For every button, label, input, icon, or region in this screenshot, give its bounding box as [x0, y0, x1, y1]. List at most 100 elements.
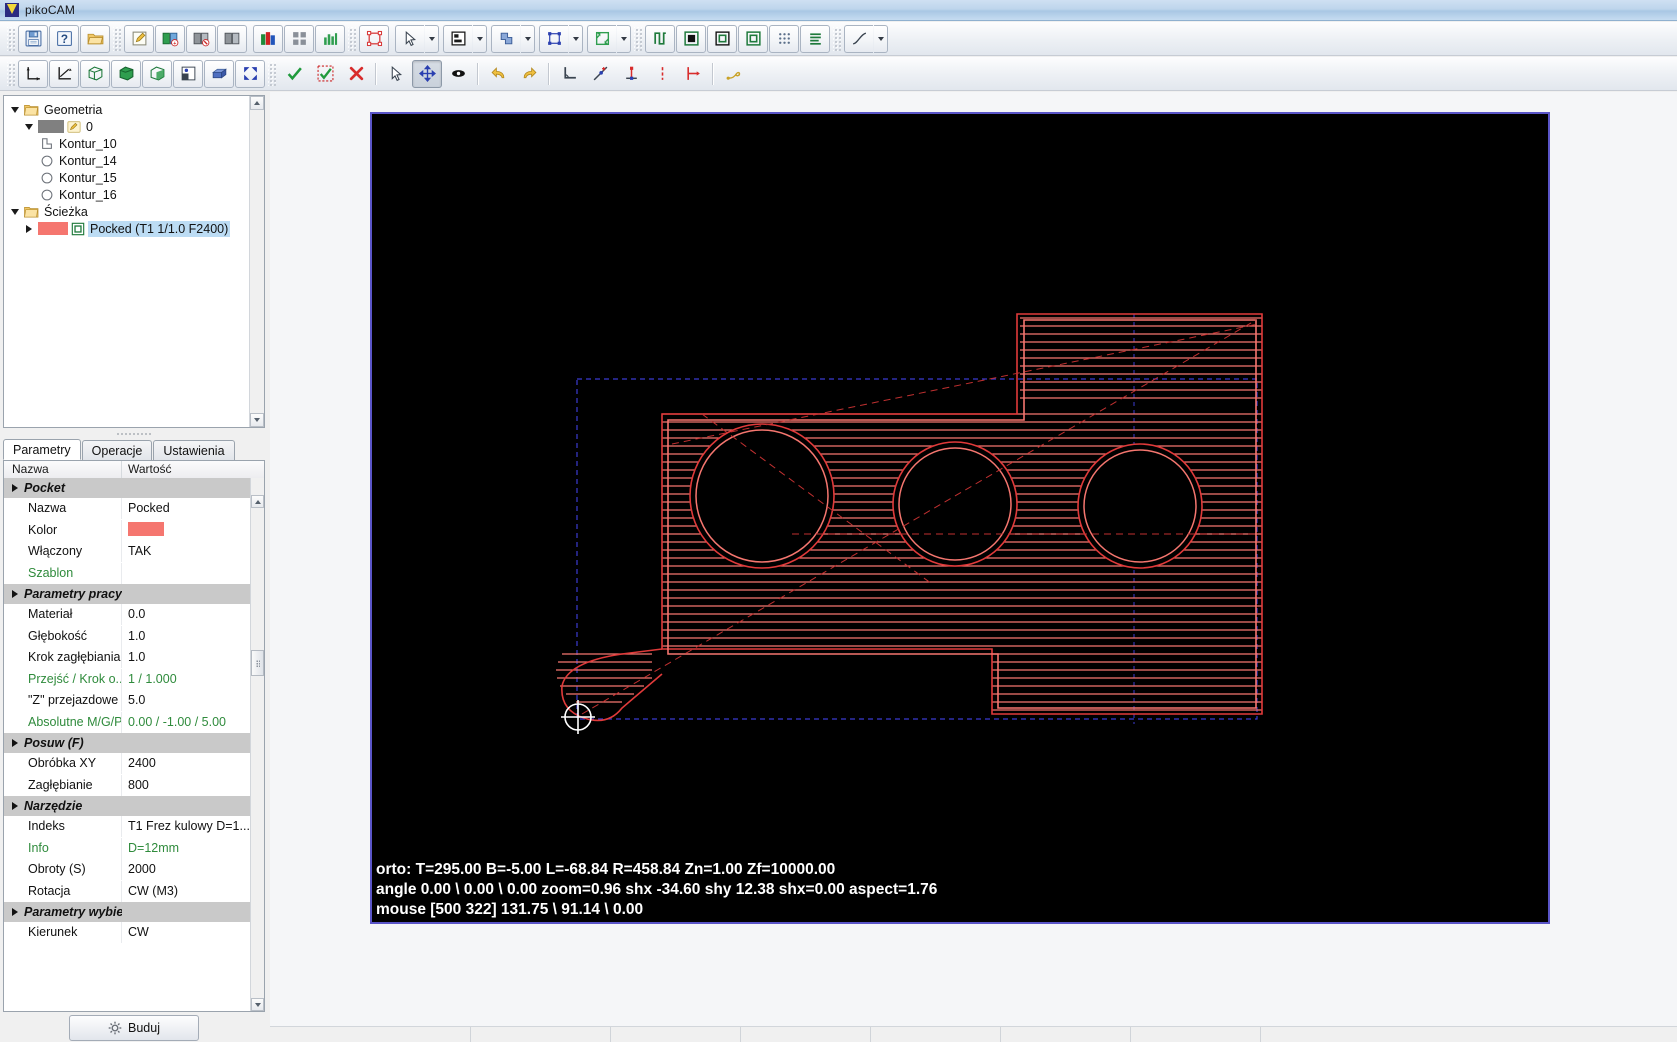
property-row-absolutne[interactable]: Absolutne M/G/P 0.00 / -1.00 / 5.00: [4, 711, 251, 734]
property-value[interactable]: 5.0: [122, 690, 251, 711]
property-row-rotacja[interactable]: Rotacja CW (M3): [4, 880, 251, 903]
curve-tool-dropdown[interactable]: [874, 24, 888, 53]
layer-color-swatch[interactable]: [38, 120, 64, 133]
node-edit-button[interactable]: [443, 60, 473, 88]
simulate-button[interactable]: [173, 59, 203, 88]
toolbar-grip-2[interactable]: [113, 26, 121, 51]
property-row-glebokosc[interactable]: Głębokość 1.0: [4, 625, 251, 648]
fit-view-button[interactable]: [235, 59, 265, 88]
cad-canvas[interactable]: orto: T=295.00 B=-5.00 L=-68.84 R=458.84…: [370, 112, 1550, 924]
pocket-outline-button[interactable]: [707, 24, 737, 53]
property-row-obroty[interactable]: Obroty (S) 2000: [4, 859, 251, 881]
chart-button[interactable]: [315, 24, 345, 53]
color-swatch[interactable]: [128, 521, 164, 536]
axis-rotate-button[interactable]: [49, 59, 79, 88]
select-tool-dropdown[interactable]: [425, 24, 439, 53]
move-button[interactable]: [412, 59, 442, 88]
tree-node-kontur-16[interactable]: Kontur_16: [8, 186, 250, 203]
tab-ustawienia[interactable]: Ustawienia: [153, 440, 235, 460]
chevron-right-icon[interactable]: [12, 590, 18, 598]
snap-point-button[interactable]: [585, 60, 615, 88]
accept-all-button[interactable]: [310, 60, 340, 88]
toolbar-grip-5[interactable]: [833, 26, 841, 51]
toolbar2-grip[interactable]: [7, 61, 15, 86]
align-tool-dropdown[interactable]: [473, 24, 487, 53]
transform-tool-dropdown[interactable]: [569, 24, 583, 53]
save-button[interactable]: [18, 24, 48, 53]
cad-viewport[interactable]: orto: T=295.00 B=-5.00 L=-68.84 R=458.84…: [270, 92, 1677, 1042]
view-solid-button[interactable]: [111, 59, 141, 88]
pointer-button[interactable]: [381, 60, 411, 88]
property-value[interactable]: 1 / 1.000: [122, 669, 251, 690]
snap-perp-button[interactable]: [616, 60, 646, 88]
profile-path-button[interactable]: [645, 24, 675, 53]
toolbar2-grip-2[interactable]: [268, 61, 276, 86]
edit-note-button[interactable]: [124, 24, 154, 53]
view-iso-button[interactable]: [80, 59, 110, 88]
toolbar-grip-3[interactable]: [348, 26, 356, 51]
property-row-obrobka-xy[interactable]: Obróbka XY 2400: [4, 753, 251, 775]
panel-splitter[interactable]: [3, 430, 265, 439]
align-tool-button[interactable]: [443, 24, 472, 53]
chevron-right-icon[interactable]: [12, 739, 18, 747]
property-value[interactable]: T1 Frez kulowy D=1...: [122, 816, 251, 837]
property-value[interactable]: 0.0: [122, 604, 251, 625]
tree-scrollbar[interactable]: [249, 96, 264, 427]
tree-node-sciezka[interactable]: Ścieżka: [8, 203, 250, 220]
property-value[interactable]: CW: [122, 922, 251, 943]
measure-angle-button[interactable]: [554, 60, 584, 88]
stock-button[interactable]: [204, 59, 234, 88]
property-row-kierunek[interactable]: Kierunek CW: [4, 922, 251, 944]
drill-grid-button[interactable]: [769, 24, 799, 53]
tab-operacje[interactable]: Operacje: [81, 440, 153, 460]
resize-tool-dropdown[interactable]: [617, 24, 631, 53]
chevron-down-icon[interactable]: [8, 205, 21, 218]
open-button[interactable]: [80, 24, 110, 53]
scroll-thumb[interactable]: [251, 650, 264, 676]
axis-origin-button[interactable]: [18, 59, 48, 88]
scroll-up-icon[interactable]: [250, 96, 264, 110]
property-row-przejsc-krok[interactable]: Przejść / Krok o... 1 / 1.000: [4, 668, 251, 691]
property-group-row[interactable]: Parametry pracy: [4, 584, 251, 604]
dimension-h-button[interactable]: [678, 60, 708, 88]
toolbar-grip[interactable]: [7, 26, 15, 51]
view-section-button[interactable]: [142, 59, 172, 88]
build-button[interactable]: Buduj: [69, 1015, 199, 1041]
property-row-kolor[interactable]: Kolor: [4, 519, 251, 542]
scroll-down-icon[interactable]: [251, 998, 264, 1011]
bounds-button[interactable]: [359, 24, 389, 53]
boolean-tool-dropdown[interactable]: [521, 24, 535, 53]
property-group-row[interactable]: Posuw (F): [4, 733, 251, 753]
raster-lines-button[interactable]: [800, 24, 830, 53]
property-value[interactable]: 0.00 / -1.00 / 5.00: [122, 712, 251, 733]
property-row-info[interactable]: Info D=12mm: [4, 837, 251, 860]
chevron-right-icon[interactable]: [12, 802, 18, 810]
cancel-button[interactable]: [341, 60, 371, 88]
accept-button[interactable]: [279, 60, 309, 88]
property-row-zaglebianie[interactable]: Zagłębianie 800: [4, 774, 251, 797]
resize-tool-button[interactable]: [587, 24, 616, 53]
property-row-indeks[interactable]: Indeks T1 Frez kulowy D=1...: [4, 816, 251, 838]
select-tool-button[interactable]: [395, 24, 424, 53]
redo-button[interactable]: [514, 60, 544, 88]
property-value[interactable]: Pocked: [122, 498, 251, 519]
layer-delete-button[interactable]: [186, 24, 216, 53]
property-value[interactable]: 800: [122, 775, 251, 796]
colors-button[interactable]: [253, 24, 283, 53]
curve-tool-button[interactable]: [844, 24, 873, 53]
boolean-tool-button[interactable]: [491, 24, 520, 53]
undo-button[interactable]: [483, 60, 513, 88]
property-group-row[interactable]: Parametry wybierania: [4, 902, 251, 922]
chevron-down-icon[interactable]: [22, 120, 35, 133]
property-value[interactable]: 2400: [122, 753, 251, 774]
dimension-v-button[interactable]: [647, 60, 677, 88]
property-value[interactable]: 2000: [122, 859, 251, 880]
path-color-swatch[interactable]: [38, 222, 68, 235]
chevron-right-icon[interactable]: [12, 908, 18, 916]
tree-node-kontur-10[interactable]: Kontur_10: [8, 135, 250, 152]
property-row-wlaczony[interactable]: Włączony TAK: [4, 541, 251, 563]
property-value[interactable]: TAK: [122, 541, 251, 562]
toolbar-grip-4[interactable]: [634, 26, 642, 51]
scroll-up-icon[interactable]: [251, 495, 264, 508]
property-group-row[interactable]: Pocket: [4, 478, 251, 498]
